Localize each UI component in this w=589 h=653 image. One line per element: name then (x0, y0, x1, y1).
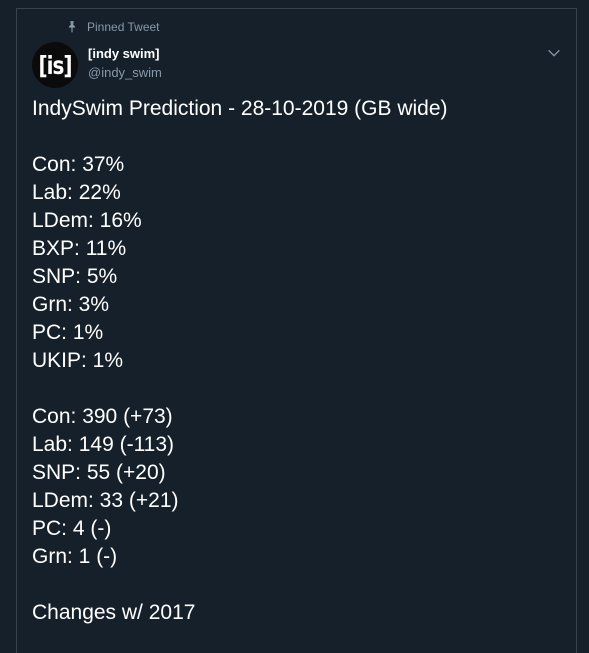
vote-share-line: PC: 1% (32, 321, 104, 344)
pinned-indicator: Pinned Tweet (67, 20, 160, 34)
seat-line: Grn: 1 (-) (32, 545, 118, 568)
seat-line: PC: 4 (-) (32, 517, 112, 540)
avatar-logo-text: [is] (38, 50, 72, 80)
vote-share-line: LDem: 16% (32, 209, 142, 232)
seat-line: Lab: 149 (-113) (32, 433, 175, 456)
vote-share-line: Grn: 3% (32, 293, 110, 316)
avatar[interactable]: [is] (32, 42, 78, 88)
tweet-card[interactable]: Pinned Tweet [is] [indy swim] @indy_swim… (16, 8, 577, 653)
seat-line: SNP: 55 (+20) (32, 461, 166, 484)
author-handle[interactable]: @indy_swim (88, 65, 162, 80)
vote-share-line: UKIP: 1% (32, 349, 124, 372)
seat-line: Con: 390 (+73) (32, 405, 173, 428)
vote-share-line: SNP: 5% (32, 265, 118, 288)
vote-share-line: Lab: 22% (32, 181, 121, 204)
tweet-text: IndySwim Prediction - 28-10-2019 (GB wid… (32, 95, 562, 627)
pinned-label: Pinned Tweet (87, 20, 160, 34)
footer-note: Changes w/ 2017 (32, 601, 196, 624)
tweet-title: IndySwim Prediction - 28-10-2019 (GB wid… (32, 97, 448, 120)
pin-icon (69, 21, 75, 33)
chevron-down-icon[interactable] (546, 45, 562, 61)
vote-share-line: Con: 37% (32, 153, 125, 176)
author-name[interactable]: [indy swim] (88, 46, 160, 61)
seat-line: LDem: 33 (+21) (32, 489, 179, 512)
vote-share-line: BXP: 11% (32, 237, 127, 260)
